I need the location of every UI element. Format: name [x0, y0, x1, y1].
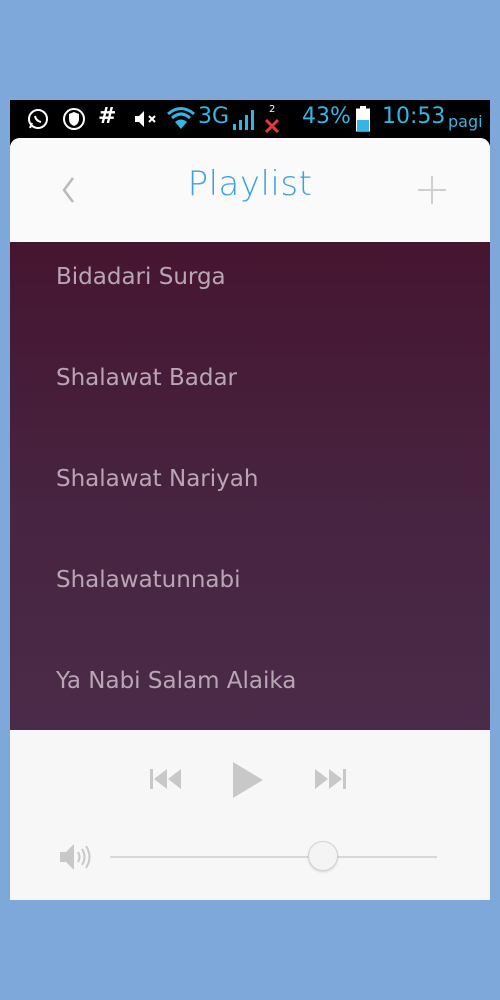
header: Playlist	[10, 138, 490, 242]
list-item-label: Shalawat Nariyah	[56, 466, 259, 492]
list-item-label: Shalawatunnabi	[56, 567, 241, 593]
list-item[interactable]: Shalawat Badar	[56, 365, 476, 465]
clock-period: pagi	[448, 112, 483, 131]
list-item[interactable]: Bidadari Surga	[56, 264, 476, 364]
plus-icon[interactable]	[416, 174, 448, 210]
mute-icon	[132, 107, 160, 135]
hash-icon: #	[98, 104, 117, 129]
list-item-label: Ya Nabi Salam Alaika	[56, 668, 297, 694]
play-icon[interactable]	[230, 760, 266, 804]
wifi-icon	[166, 105, 196, 135]
volume-icon[interactable]	[58, 841, 94, 877]
list-item-label: Bidadari Surga	[56, 264, 226, 290]
playlist-list: Bidadari Surga Shalawat Badar Shalawat N…	[10, 242, 490, 730]
network-type: 3G	[198, 104, 230, 129]
volume-slider-thumb[interactable]	[307, 841, 338, 871]
status-bar: # 3G 2 43% 10:53 pagi	[10, 100, 490, 138]
list-item[interactable]: Shalawatunnabi	[56, 567, 476, 667]
phone-screen: # 3G 2 43% 10:53 pagi Playlist Bidadari …	[10, 100, 490, 900]
clock: 10:53	[382, 104, 446, 129]
next-icon[interactable]	[312, 767, 348, 795]
playlist-screen: Playlist Bidadari Surga Shalawat Badar S…	[10, 138, 490, 900]
list-item[interactable]: Shalawat Nariyah	[56, 466, 476, 566]
list-item-label: Shalawat Badar	[56, 365, 238, 391]
signal-icon	[232, 109, 256, 135]
previous-icon[interactable]	[148, 767, 184, 795]
player-controls	[10, 730, 490, 900]
whatsapp-icon	[26, 107, 50, 135]
shield-icon	[62, 107, 86, 135]
battery-percent: 43%	[302, 104, 351, 129]
volume-slider-track[interactable]	[110, 856, 437, 858]
battery-icon	[356, 106, 370, 136]
